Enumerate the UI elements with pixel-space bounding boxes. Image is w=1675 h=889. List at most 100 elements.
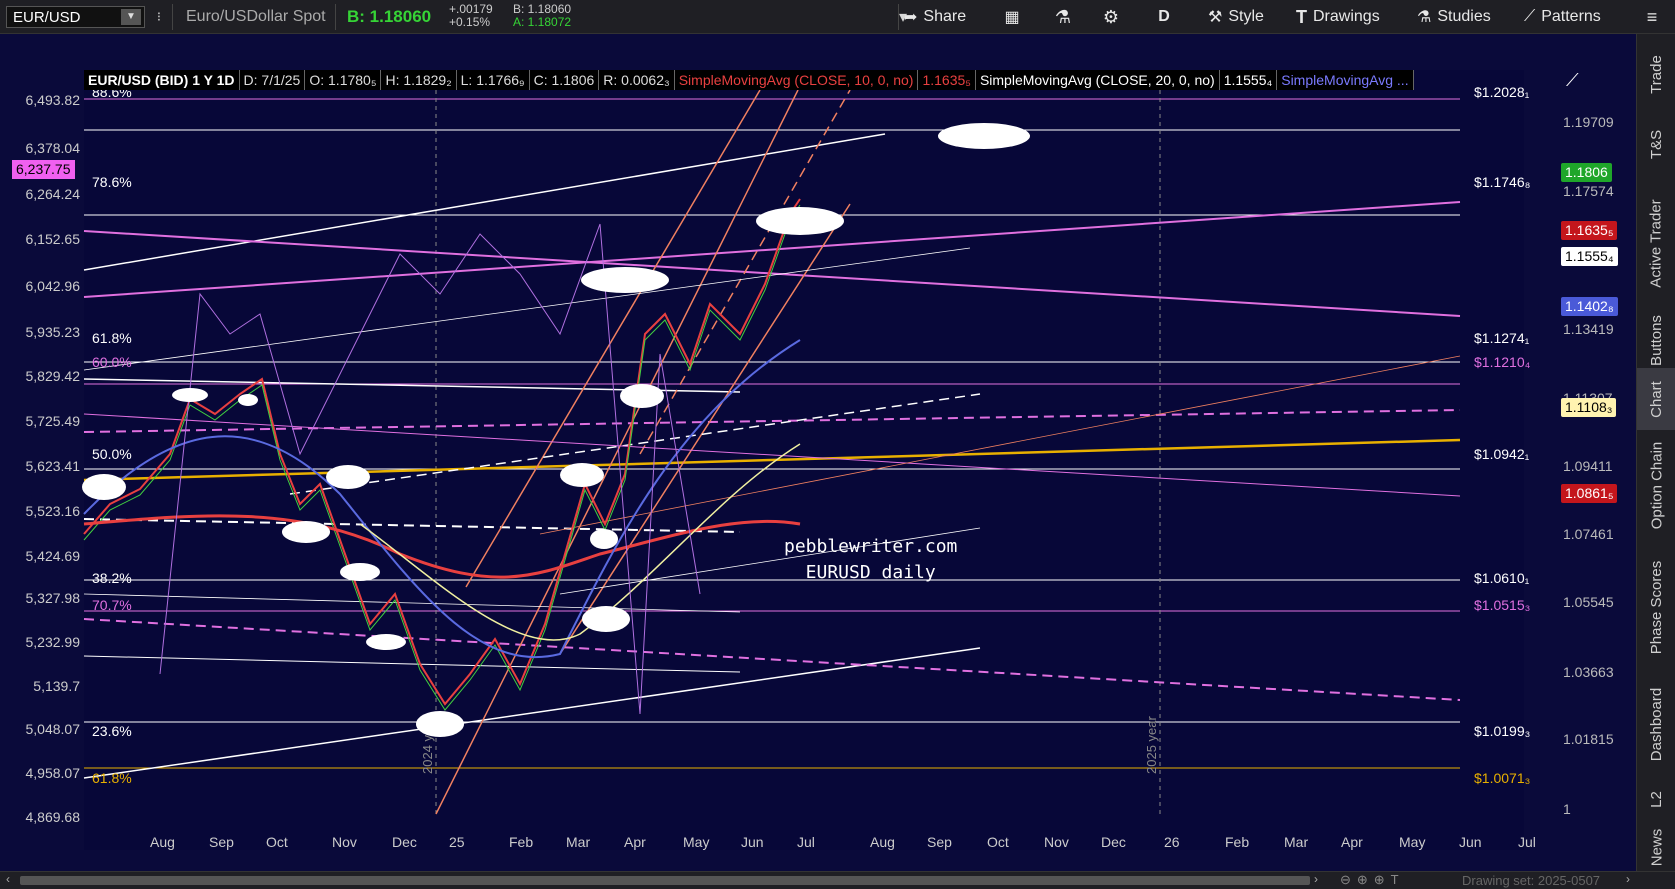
sidebar-tab-dashboard[interactable]: Dashboard <box>1637 674 1675 774</box>
change-block: +.00179 +0.15% <box>449 3 493 29</box>
fib-percent-label: 38.2% <box>92 570 132 586</box>
style-button[interactable]: ⚒ Style <box>1208 0 1264 34</box>
drawing-tool-icon[interactable]: ⟋ <box>1566 70 1579 91</box>
scroll-thumb[interactable] <box>20 876 1310 885</box>
right-axis-tick: 1.13419 <box>1563 321 1614 337</box>
legend-sma20-value: 1.1555₄ <box>1219 70 1278 90</box>
left-axis-tick: 4,869.68 <box>25 809 81 825</box>
time-axis-tick: Dec <box>1101 834 1126 850</box>
legend-high: H: 1.1829₂ <box>381 70 457 90</box>
bid-ask-block: B: 1.18060 A: 1.18072 <box>513 3 571 29</box>
fib-percent-label: 61.8% <box>92 770 132 786</box>
scroll-left-icon[interactable]: ‹ <box>6 872 10 886</box>
trend-line <box>83 647 981 779</box>
right-axis-tick: 1.09411 <box>1563 458 1613 474</box>
right-axis-tick: 1 <box>1563 801 1571 817</box>
left-axis-tick: 5,725.49 <box>25 413 81 429</box>
legend-date: D: 7/1/25 <box>239 70 306 90</box>
marker-ellipse <box>326 465 370 489</box>
trend-line <box>83 438 1461 482</box>
scroll-right-icon[interactable]: › <box>1314 872 1318 886</box>
left-price-badge: 6,237.75 <box>12 160 75 179</box>
right-axis-tick: 1.07461 <box>1563 526 1614 542</box>
time-axis-tick: Mar <box>1284 834 1309 850</box>
time-axis-tick: Feb <box>509 834 534 850</box>
bottom-scrollbar[interactable]: ‹ › ⊖⊕⊕T Drawing set: 2025-0507 › <box>0 871 1675 889</box>
legend-sma-more[interactable]: SimpleMovingAvg ... <box>1277 70 1414 90</box>
legend-symbol: EUR/USD (BID) 1 Y 1D <box>84 70 240 90</box>
sidebar-tab-label: Trade <box>1647 54 1665 94</box>
grid-layout-icon[interactable]: ▦ <box>998 0 1026 34</box>
price-line <box>83 198 801 706</box>
left-axis-tick: 5,523.16 <box>25 503 81 519</box>
fib-percent-label: 61.8% <box>92 330 132 346</box>
scroll-end-icon[interactable]: › <box>1626 872 1630 886</box>
left-axis-tick: 5,623.41 <box>25 458 81 474</box>
zoom-controls-icon[interactable]: ⊖⊕⊕T <box>1340 872 1405 888</box>
left-axis-tick: 6,042.96 <box>25 278 81 294</box>
pattern-icon: ⟋ <box>1524 8 1536 25</box>
period-button[interactable]: D <box>1152 0 1176 34</box>
chart-legend: EUR/USD (BID) 1 Y 1D D: 7/1/25 O: 1.1780… <box>84 70 1414 90</box>
marker-ellipse <box>756 207 844 235</box>
sidebar-tab-label: Active Trader <box>1648 198 1665 288</box>
flask-icon[interactable]: ⚗ <box>1050 0 1076 34</box>
legend-open: O: 1.1780₅ <box>305 70 382 90</box>
marker-ellipse <box>366 634 406 650</box>
price-line-alt <box>83 204 801 711</box>
right-price-badge: 1.1108₃ <box>1561 398 1617 417</box>
left-axis-tick: 5,935.23 <box>25 324 81 340</box>
sidebar-tab-label: T&S <box>1648 129 1665 159</box>
time-axis-tick: Aug <box>150 834 175 850</box>
left-axis-tick: 5,139.7 <box>33 678 80 694</box>
sidebar-tab-label: Chart <box>1648 380 1665 418</box>
marker-ellipse <box>282 521 330 543</box>
marker-ellipse <box>172 388 208 402</box>
year-label: 2025 year <box>1144 716 1159 774</box>
sidebar-tab-active-trader[interactable]: Active Trader <box>1637 174 1675 312</box>
symbol-selector[interactable]: EUR/USD ▼ <box>6 6 145 28</box>
legend-range: R: 0.0062₃ <box>599 70 675 90</box>
time-axis-tick: Sep <box>209 834 234 850</box>
share-button[interactable]: ➦ Share <box>904 0 966 34</box>
legend-sma20: SimpleMovingAvg (CLOSE, 20, 0, no) <box>975 70 1220 90</box>
style-icon: ⚒ <box>1208 9 1223 26</box>
drawings-button[interactable]: T Drawings <box>1296 0 1380 34</box>
sidebar-tab-buttons[interactable]: Buttons <box>1637 312 1675 368</box>
ma-red <box>83 514 801 579</box>
hamburger-menu-icon[interactable]: ≡ <box>1636 0 1668 34</box>
trend-line <box>83 618 1461 701</box>
link-icon[interactable]: ⁝ <box>152 0 166 34</box>
sidebar-tab-chart[interactable]: Chart <box>1637 368 1675 430</box>
text-tool-icon: T <box>1296 6 1307 27</box>
watermark-site: pebblewriter.com <box>784 536 958 557</box>
sidebar-tab-option-chain[interactable]: Option Chain <box>1637 430 1675 540</box>
fib-price-label: $1.0515₃ <box>1474 597 1531 613</box>
sidebar-tab-phase-scores[interactable]: Phase Scores <box>1637 540 1675 674</box>
fib-percent-label: 60.0% <box>92 354 132 370</box>
sidebar-tab-label: Phase Scores <box>1648 560 1666 654</box>
left-axis-tick: 5,048.07 <box>25 721 81 737</box>
legend-sma10-value: 1.1635₅ <box>918 70 976 90</box>
drawing-set-label: Drawing set: 2025-0507 <box>1462 873 1601 888</box>
time-axis-tick: Nov <box>332 834 357 850</box>
time-axis-tick: Jun <box>1459 834 1482 850</box>
time-axis-tick: Feb <box>1225 834 1250 850</box>
right-axis-tick: 1.17574 <box>1563 183 1614 199</box>
gear-icon[interactable]: ⚙ <box>1098 0 1124 34</box>
marker-ellipse <box>416 711 464 737</box>
right-price-badge: 1.1635₅ <box>1561 221 1618 240</box>
fib-percent-label: 50.0% <box>92 446 132 462</box>
studies-button[interactable]: ⚗ Studies <box>1417 0 1491 34</box>
chevron-down-icon[interactable]: ▼ <box>121 9 141 25</box>
time-axis-tick: 25 <box>449 834 465 850</box>
sidebar-tab-l-[interactable]: L2 <box>1637 774 1675 824</box>
sidebar-tab-t-s[interactable]: T&S <box>1637 114 1675 174</box>
patterns-button[interactable]: ⟋ Patterns <box>1524 0 1601 34</box>
bid-price: B: 1.18060 <box>347 7 432 26</box>
chart-area[interactable]: 2024 year 2025 year EUR/USD (BID) 1 Y 1D … <box>0 34 1636 871</box>
sidebar-tab-trade[interactable]: Trade <box>1637 34 1675 114</box>
left-axis-tick: 5,327.98 <box>25 590 81 606</box>
trend-line <box>83 230 1461 317</box>
sidebar-tab-news[interactable]: News <box>1637 824 1675 871</box>
